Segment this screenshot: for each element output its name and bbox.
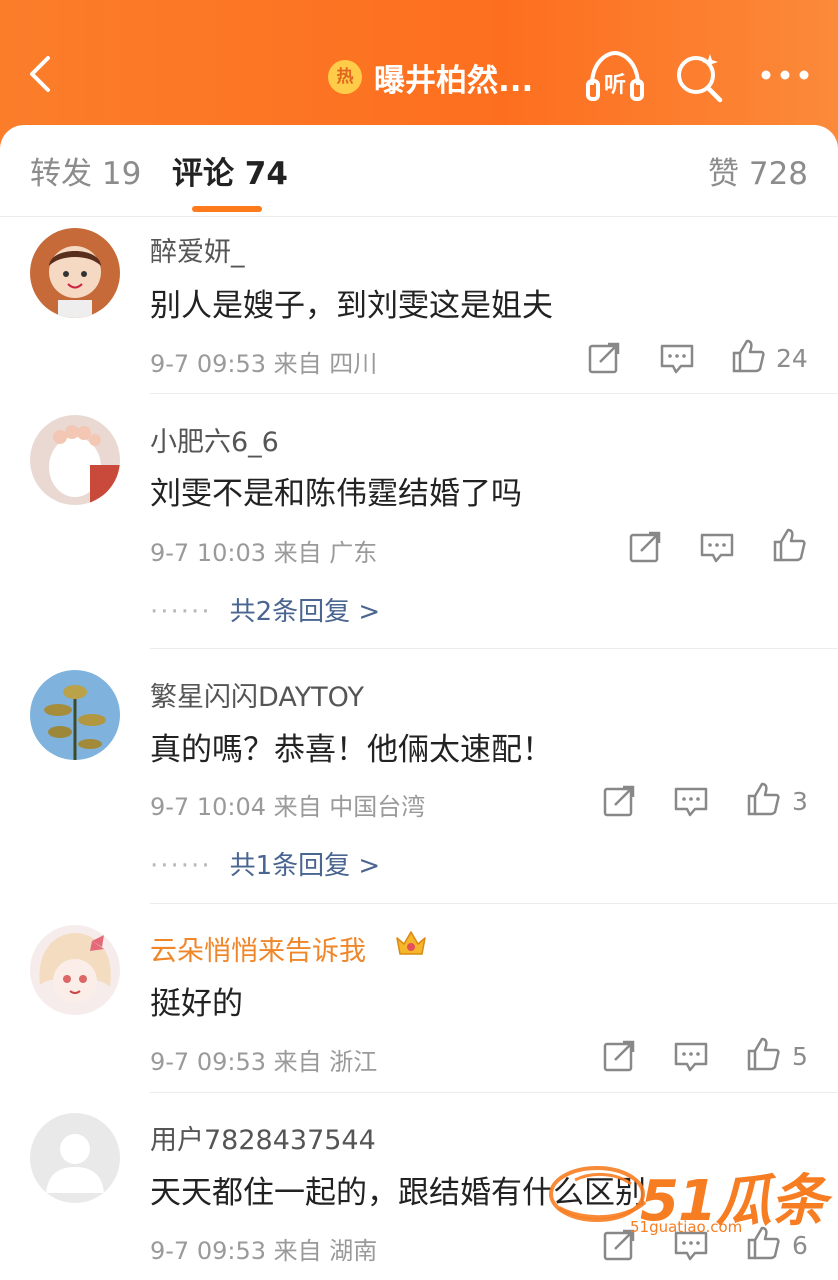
replies-label: 共2条回复 > [229, 597, 381, 627]
share-icon[interactable] [627, 529, 663, 565]
divider [150, 1092, 838, 1093]
comment-reply-icon[interactable] [673, 783, 709, 819]
like-count: 5 [792, 1042, 808, 1071]
share-icon[interactable] [601, 783, 637, 819]
comment-reply-icon[interactable] [699, 529, 735, 565]
default-avatar-icon[interactable] [30, 1113, 120, 1203]
comment-text: 挺好的 [150, 986, 243, 1022]
comment-meta: 9-7 09:53 来自 湖南 [150, 1237, 378, 1265]
view-replies-link[interactable]: ······ 共2条回复 > [150, 591, 380, 628]
comment-username[interactable]: 云朵悄悄来告诉我 [150, 929, 366, 968]
tab-bar: 转发 19 评论 74 赞 728 [0, 128, 838, 217]
comment-meta: 9-7 09:53 来自 浙江 [150, 1048, 378, 1076]
listen-label: 听 [604, 73, 626, 98]
like-thumb-icon[interactable] [730, 338, 766, 374]
comment-reply-icon[interactable] [659, 340, 695, 376]
avatar[interactable] [30, 670, 120, 760]
crown-vip-icon [396, 931, 426, 955]
share-icon[interactable] [586, 340, 622, 376]
avatar[interactable] [30, 415, 120, 505]
comment-meta: 9-7 10:04 来自 中国台湾 [150, 793, 426, 821]
search-sparkle-icon[interactable] [672, 50, 726, 104]
watermark-url: 51guatiao.com [630, 1218, 743, 1236]
more-options-icon[interactable] [760, 68, 810, 82]
like-thumb-icon[interactable] [745, 781, 781, 817]
comment-username[interactable]: 小肥六6_6 [150, 420, 279, 459]
reply-dots: ······ [150, 851, 212, 881]
comment-meta: 9-7 10:03 来自 广东 [150, 539, 378, 567]
reply-dots: ······ [150, 597, 212, 627]
comment-text: 别人是嫂子，到刘雯这是姐夫 [150, 288, 553, 324]
comment-reply-icon[interactable] [673, 1038, 709, 1074]
view-replies-link[interactable]: ······ 共1条回复 > [150, 845, 380, 882]
like-count: 24 [776, 344, 808, 373]
divider [150, 393, 838, 394]
back-arrow-icon[interactable] [22, 52, 62, 96]
comment-username[interactable]: 醉爱妍_ [150, 230, 245, 269]
page-title[interactable]: 曝井柏然... [374, 55, 533, 100]
comment-username[interactable]: 繁星闪闪DAYTOY [150, 675, 364, 714]
like-thumb-icon[interactable] [771, 527, 807, 563]
comment-meta: 9-7 09:53 来自 四川 [150, 350, 378, 378]
tab-like[interactable]: 赞 728 [708, 148, 808, 193]
tab-comment[interactable]: 评论 74 [172, 148, 288, 193]
comment-text: 真的嗎？恭喜！他倆太速配！ [150, 732, 553, 768]
like-count: 3 [792, 787, 808, 816]
active-tab-indicator [192, 206, 262, 212]
comment-text: 刘雯不是和陈伟霆结婚了吗 [150, 476, 522, 512]
divider [150, 648, 838, 649]
replies-label: 共1条回复 > [229, 851, 381, 881]
tab-repost[interactable]: 转发 19 [30, 148, 141, 193]
divider [150, 903, 838, 904]
avatar[interactable] [30, 925, 120, 1015]
avatar[interactable] [30, 228, 120, 318]
share-icon[interactable] [601, 1038, 637, 1074]
comment-username[interactable]: 用户7828437544 [150, 1118, 376, 1157]
hot-badge-icon: 热 [328, 60, 362, 94]
listen-headphone-icon[interactable]: 听 [584, 49, 646, 103]
like-thumb-icon[interactable] [745, 1036, 781, 1072]
